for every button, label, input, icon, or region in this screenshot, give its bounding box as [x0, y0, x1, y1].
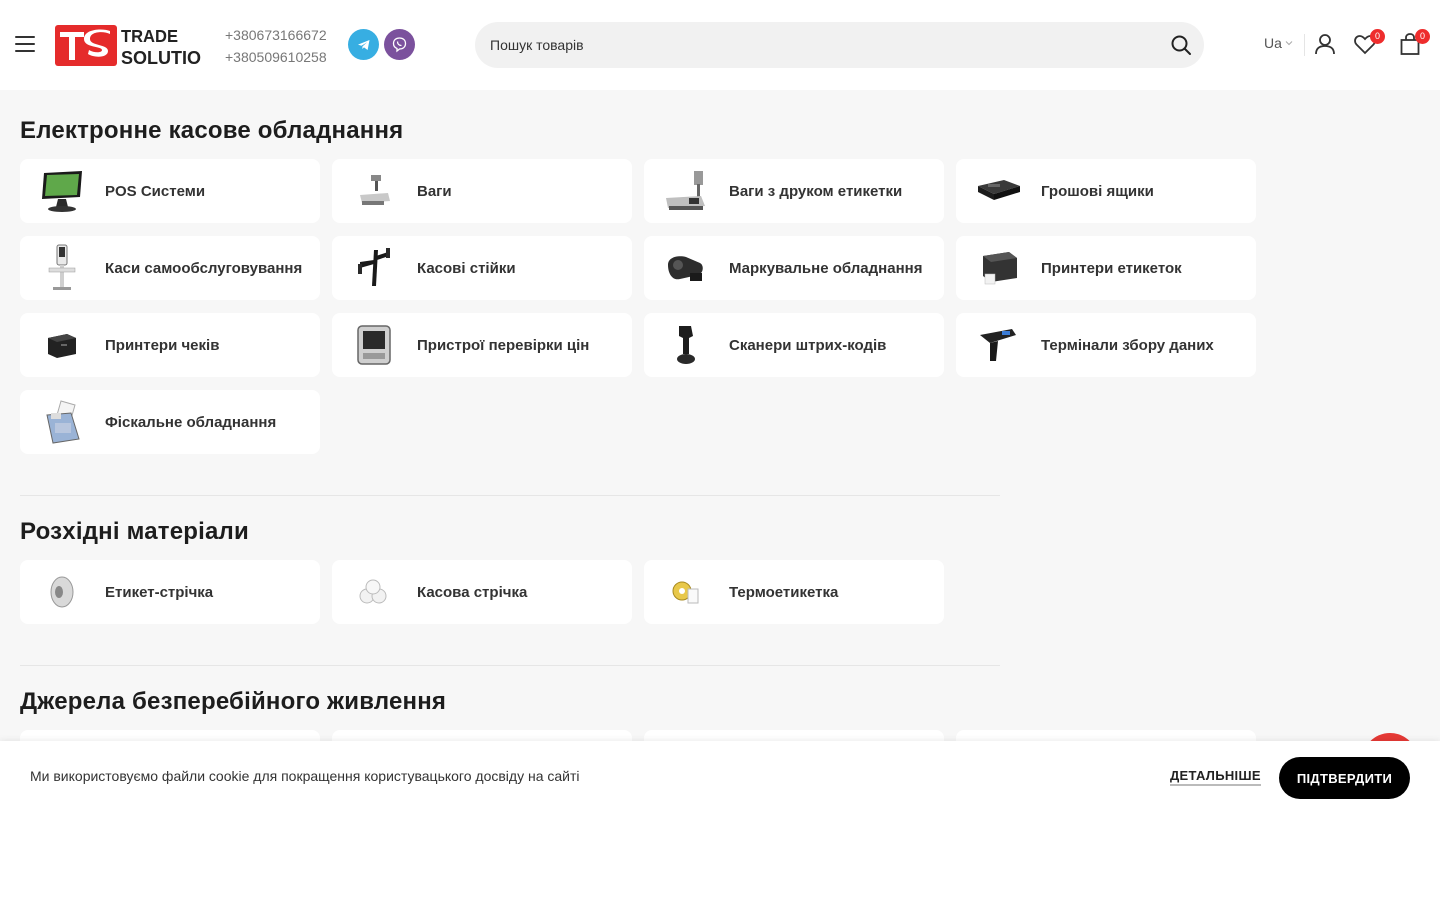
category-card[interactable]: Касові стійки — [332, 236, 632, 300]
receipt-rolls-icon — [348, 567, 400, 617]
labeler-icon — [660, 243, 712, 293]
category-label: POS Системи — [105, 182, 206, 200]
pos-stand-icon — [348, 243, 400, 293]
category-label: Касова стрічка — [417, 583, 528, 601]
telegram-icon[interactable] — [348, 29, 379, 60]
category-card[interactable]: Термоетикетка — [644, 560, 944, 624]
category-label: Ваги — [417, 182, 452, 200]
self-checkout-icon — [36, 243, 88, 293]
category-card[interactable]: Термінали збору даних — [956, 313, 1256, 377]
language-switcher[interactable]: Ua — [1264, 35, 1293, 51]
pos-terminal-icon — [36, 166, 88, 216]
fiscal-register-icon — [36, 397, 88, 447]
cookie-confirm-button[interactable]: ПІДТВЕРДИТИ — [1279, 757, 1410, 799]
section-title: Електронне касове обладнання — [20, 117, 404, 144]
category-card[interactable]: Пристрої перевірки цін — [332, 313, 632, 377]
receipt-printer-icon — [36, 320, 88, 370]
category-label: Принтери чеків — [105, 336, 220, 354]
wishlist-count-badge: 0 — [1370, 29, 1385, 44]
search-input[interactable] — [475, 22, 1155, 68]
svg-text:TRADE: TRADE — [121, 25, 178, 46]
phone-2[interactable]: +380509610258 — [225, 46, 327, 68]
wishlist-icon[interactable]: 0 — [1353, 29, 1385, 56]
category-card[interactable]: Фіскальне обладнання — [20, 390, 320, 454]
header-divider — [1304, 34, 1305, 56]
section-divider — [20, 665, 1000, 666]
cart-count-badge: 0 — [1415, 29, 1430, 44]
category-grid-equipment: POS Системи Ваги Ваги з друком етикетки … — [20, 159, 1256, 454]
category-label: Сканери штрих-кодів — [729, 336, 887, 354]
category-card[interactable]: Принтери чеків — [20, 313, 320, 377]
user-icon[interactable] — [1313, 32, 1337, 56]
category-label: Каси самообслуговування — [105, 259, 303, 277]
category-label: Пристрої перевірки цін — [417, 336, 590, 354]
contact-phones: +380673166672 +380509610258 — [225, 24, 327, 68]
cart-icon[interactable]: 0 — [1398, 29, 1430, 56]
category-card[interactable]: Ваги — [332, 159, 632, 223]
cookie-banner: Ми використовуємо файли cookie для покра… — [0, 741, 1440, 900]
category-grid-consumables: Етикет-стрічка Касова стрічка Термоетике… — [20, 560, 1256, 624]
category-card[interactable]: Ваги з друком етикетки — [644, 159, 944, 223]
category-label: Грошові ящики — [1041, 182, 1154, 200]
category-card[interactable]: Грошові ящики — [956, 159, 1256, 223]
category-label: Касові стійки — [417, 259, 516, 277]
cookie-text: Ми використовуємо файли cookie для покра… — [30, 768, 580, 784]
section-title: Джерела безперебійного живлення — [20, 688, 447, 715]
barcode-scanner-icon — [660, 320, 712, 370]
category-label: Принтери етикеток — [1041, 259, 1182, 277]
category-label: Етикет-стрічка — [105, 583, 214, 601]
thermal-label-icon — [660, 567, 712, 617]
category-card[interactable]: POS Системи — [20, 159, 320, 223]
chevron-down-icon — [1285, 41, 1293, 46]
cash-drawer-icon — [972, 166, 1024, 216]
data-terminal-icon — [972, 320, 1024, 370]
search-icon[interactable] — [1170, 34, 1192, 56]
scale-icon — [348, 166, 400, 216]
category-label: Маркувальне обладнання — [729, 259, 923, 277]
phone-1[interactable]: +380673166672 — [225, 24, 327, 46]
category-card[interactable]: Касова стрічка — [332, 560, 632, 624]
category-card[interactable]: Маркувальне обладнання — [644, 236, 944, 300]
section-title: Розхідні матеріали — [20, 518, 249, 545]
label-scale-icon — [660, 166, 712, 216]
menu-icon[interactable] — [15, 36, 35, 52]
site-logo[interactable]: TRADE SOLUTIONS — [54, 22, 226, 68]
viber-icon[interactable] — [384, 29, 415, 60]
category-label: Термінали збору даних — [1041, 336, 1214, 354]
category-label: Ваги з друком етикетки — [729, 182, 903, 200]
price-checker-icon — [348, 320, 400, 370]
category-card[interactable]: Етикет-стрічка — [20, 560, 320, 624]
category-card[interactable]: Сканери штрих-кодів — [644, 313, 944, 377]
site-header: TRADE SOLUTIONS +380673166672 +380509610… — [0, 0, 1440, 90]
category-label: Термоетикетка — [729, 583, 839, 601]
label-printer-icon — [972, 243, 1024, 293]
category-label: Фіскальне обладнання — [105, 413, 277, 431]
language-label: Ua — [1264, 35, 1282, 51]
cookie-details-link[interactable]: ДЕТАЛЬНІШЕ — [1170, 768, 1261, 786]
category-card[interactable]: Каси самообслуговування — [20, 236, 320, 300]
search-bar — [475, 22, 1204, 68]
category-card[interactable]: Принтери етикеток — [956, 236, 1256, 300]
label-roll-icon — [36, 567, 88, 617]
section-divider — [20, 495, 1000, 496]
svg-text:SOLUTIONS: SOLUTIONS — [121, 48, 202, 68]
